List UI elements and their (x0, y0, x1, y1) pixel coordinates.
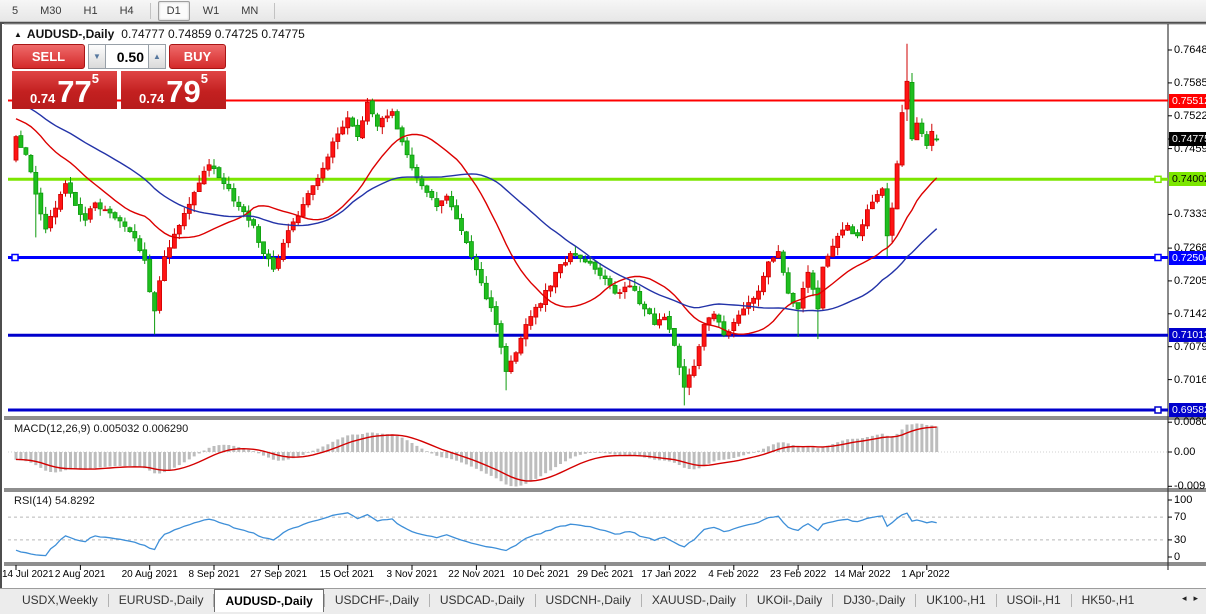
timeframe-button-w1[interactable]: W1 (194, 1, 229, 21)
tab-usoil-h1[interactable]: USOil-,H1 (997, 589, 1071, 611)
timeframe-button-mn[interactable]: MN (232, 1, 267, 21)
macd-indicator-label: MACD(12,26,9) 0.005032 0.006290 (14, 423, 189, 435)
tab-hk50-h1[interactable]: HK50-,H1 (1072, 589, 1145, 611)
timeframe-button-d1[interactable]: D1 (157, 0, 190, 21)
sell-price-display[interactable]: 0.74 77 5 (12, 71, 117, 109)
hline-handle[interactable] (11, 253, 19, 262)
timeframe-button-h1[interactable]: H1 (75, 1, 107, 21)
rsi-indicator-label: RSI(14) 54.8292 (14, 495, 95, 507)
lot-decrease-button[interactable]: ▼ (88, 44, 106, 69)
lot-size-input[interactable] (106, 44, 148, 69)
tab-audusd-daily[interactable]: AUDUSD-,Daily (214, 589, 324, 612)
toolbar-separator (274, 2, 276, 19)
hline-handle[interactable] (1154, 253, 1162, 262)
timeframe-toolbar: 5 M30 H1 H4 D1 W1 MN (0, 0, 1206, 22)
one-click-trading-panel: SELL ▼ ▲ BUY 0.74 77 5 0.74 79 5 (12, 44, 226, 109)
chart-symbol-title: AUDUSD-,Daily (26, 27, 115, 41)
buy-button[interactable]: BUY (169, 44, 226, 69)
collapse-arrow-icon[interactable]: ▲ (14, 30, 22, 39)
sell-button[interactable]: SELL (12, 44, 85, 69)
ma-slow-line (15, 101, 938, 312)
tab-usdchf-daily[interactable]: USDCHF-,Daily (325, 589, 429, 611)
tab-usdcnh-daily[interactable]: USDCNH-,Daily (536, 589, 641, 611)
buy-price-display[interactable]: 0.74 79 5 (121, 71, 226, 109)
sell-price-big: 77 (57, 74, 92, 109)
hline-handle[interactable] (1154, 175, 1162, 184)
lot-increase-button[interactable]: ▲ (148, 44, 166, 69)
tab-xauusd-daily[interactable]: XAUUSD-,Daily (642, 589, 746, 611)
buy-price-sup: 5 (200, 71, 209, 86)
chart-ohlc-values: 0.74777 0.74859 0.74725 0.74775 (121, 27, 305, 41)
tab-uk100-h1[interactable]: UK100-,H1 (916, 589, 995, 611)
tab-dj30-daily[interactable]: DJ30-,Daily (833, 589, 915, 611)
chart-header: ▲ AUDUSD-,Daily 0.74777 0.74859 0.74725 0.… (14, 27, 305, 41)
tab-scroll-left-button[interactable]: ◂ (1182, 593, 1187, 604)
hline-handle[interactable] (1154, 406, 1162, 414)
tab-scroll-right-button[interactable]: ▸ (1193, 593, 1198, 604)
buy-price-prefix: 0.74 (138, 91, 165, 106)
buy-price-big: 79 (166, 74, 201, 109)
tab-usdcad-daily[interactable]: USDCAD-,Daily (430, 589, 535, 611)
timeframe-button-m30[interactable]: M30 (31, 1, 70, 21)
toolbar-separator (149, 2, 151, 19)
sell-price-prefix: 0.74 (29, 91, 56, 106)
rsi-line (15, 512, 937, 557)
tab-ukoil-daily[interactable]: UKOil-,Daily (747, 589, 832, 611)
timeframe-button-h4[interactable]: H4 (111, 1, 143, 21)
tab-eurusd-daily[interactable]: EURUSD-,Daily (109, 589, 214, 611)
chart-tab-bar: USDX,Weekly EURUSD-,Daily AUDUSD-,Daily USD… (0, 588, 1206, 614)
timeframe-button-5[interactable]: 5 (3, 1, 27, 21)
tab-usdx-weekly[interactable]: USDX,Weekly (12, 589, 108, 611)
sell-price-sup: 5 (91, 71, 100, 86)
